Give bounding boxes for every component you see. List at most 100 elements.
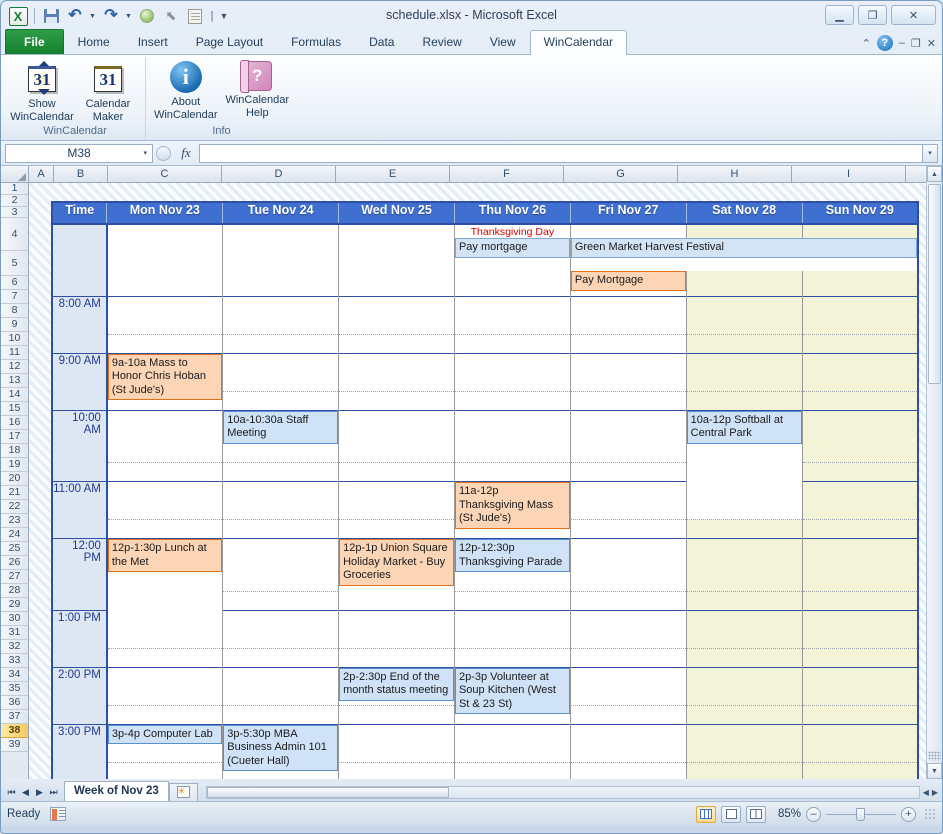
insert-worksheet-button[interactable] [169,783,198,801]
row-header-18[interactable]: 18 [1,444,28,458]
row-header-24[interactable]: 24 [1,528,28,542]
scroll-right-button[interactable]: ▶ [932,788,938,797]
empty-slot-cell[interactable] [223,686,339,705]
row-header-35[interactable]: 35 [1,682,28,696]
tab-wincalendar[interactable]: WinCalendar [530,30,627,55]
empty-slot-cell[interactable] [107,501,223,520]
vertical-scrollbar[interactable]: ▲ ▼ [926,166,942,779]
empty-slot-cell[interactable] [686,648,802,667]
tab-file[interactable]: File [5,29,64,54]
empty-slot-cell[interactable] [454,463,570,482]
empty-slot-cell[interactable] [570,743,686,762]
empty-slot-cell[interactable] [802,501,918,520]
empty-slot-cell[interactable] [686,296,802,315]
zoom-slider[interactable] [826,814,896,815]
empty-slot-cell[interactable] [802,762,918,779]
empty-slot-cell[interactable] [223,315,339,334]
empty-slot-cell[interactable] [107,410,223,444]
empty-slot-cell[interactable] [454,334,570,353]
column-header-G[interactable]: G [564,166,678,182]
allday-cell-3[interactable]: Pay mortgage [454,238,570,271]
empty-slot-cell[interactable] [802,372,918,391]
empty-slot-cell[interactable] [107,648,223,667]
empty-slot-cell[interactable] [454,315,570,334]
empty-slot-cell[interactable] [339,482,455,501]
empty-slot-cell[interactable] [686,610,802,629]
row-header-36[interactable]: 36 [1,696,28,710]
empty-slot-cell[interactable] [686,539,802,573]
scroll-left-button[interactable]: ◀ [920,788,932,797]
page-layout-view-button[interactable] [721,806,741,823]
split-handle[interactable] [928,751,941,761]
empty-slot-cell[interactable] [686,724,802,743]
normal-view-button[interactable] [696,806,716,823]
column-header-A[interactable]: A [29,166,54,182]
empty-slot-cell[interactable] [802,444,918,463]
empty-slot-cell[interactable] [570,482,686,501]
empty-slot-cell[interactable] [107,705,223,724]
row-header-11[interactable]: 11 [1,346,28,360]
empty-slot-cell[interactable] [107,315,223,334]
column-header-C[interactable]: C [108,166,222,182]
empty-slot-cell[interactable] [570,444,686,463]
row-header-26[interactable]: 26 [1,556,28,570]
close-button[interactable]: ✕ [891,5,936,25]
calendar-event[interactable]: 12p-1p Union Square Holiday Market - Buy… [339,539,454,586]
empty-slot-cell[interactable] [570,410,686,444]
empty-slot-cell[interactable] [339,334,455,353]
excel-logo-icon[interactable]: X [7,5,29,27]
allday-cell-4[interactable]: Pay Mortgage [570,271,686,296]
vertical-scroll-thumb[interactable] [928,184,941,384]
empty-slot-cell[interactable] [802,743,918,762]
empty-slot-cell[interactable] [686,629,802,648]
row-header-22[interactable]: 22 [1,500,28,514]
zoom-slider-thumb[interactable] [856,808,865,821]
undo-dropdown-icon[interactable]: ▼ [88,5,98,27]
empty-slot-cell[interactable] [686,520,802,539]
tab-insert[interactable]: Insert [124,30,182,54]
row-header-16[interactable]: 16 [1,416,28,430]
row-header-8[interactable]: 8 [1,304,28,318]
empty-slot-cell[interactable] [339,372,455,391]
first-sheet-button[interactable]: ⏮ [5,787,18,798]
event-cell[interactable]: 10a-10:30a Staff Meeting [223,410,339,444]
workbook-close-icon[interactable]: ✕ [927,37,936,50]
row-header-15[interactable]: 15 [1,402,28,416]
empty-slot-cell[interactable] [570,629,686,648]
empty-slot-cell[interactable] [223,539,339,573]
row-header-13[interactable]: 13 [1,374,28,388]
event-cell[interactable]: 12p-1:30p Lunch at the Met [107,539,223,649]
empty-slot-cell[interactable] [223,372,339,391]
column-header-F[interactable]: F [450,166,564,182]
row-header-20[interactable]: 20 [1,472,28,486]
column-header-B[interactable]: B [54,166,108,182]
calendar-maker-button[interactable]: 31 Calendar Maker [75,57,141,125]
row-header-9[interactable]: 9 [1,318,28,332]
empty-slot-cell[interactable] [339,705,455,724]
refresh-icon[interactable] [136,5,158,27]
empty-slot-cell[interactable] [570,648,686,667]
empty-slot-cell[interactable] [802,539,918,573]
empty-slot-cell[interactable] [339,743,455,762]
empty-slot-cell[interactable] [570,372,686,391]
empty-slot-cell[interactable] [570,463,686,482]
empty-slot-cell[interactable] [802,667,918,686]
empty-slot-cell[interactable] [802,353,918,372]
save-icon[interactable] [40,5,62,27]
empty-slot-cell[interactable] [107,762,223,779]
next-sheet-button[interactable]: ▶ [33,787,46,798]
calendar-event[interactable]: 3p-4p Computer Lab [108,725,222,745]
empty-slot-cell[interactable] [454,372,570,391]
row-header-25[interactable]: 25 [1,542,28,556]
empty-slot-cell[interactable] [107,296,223,315]
empty-slot-cell[interactable] [454,724,570,743]
empty-slot-cell[interactable] [570,686,686,705]
holiday-cell-3[interactable]: Thanksgiving Day [454,224,570,238]
empty-slot-cell[interactable] [802,724,918,743]
empty-slot-cell[interactable] [454,610,570,629]
row-header-14[interactable]: 14 [1,388,28,402]
empty-slot-cell[interactable] [223,501,339,520]
empty-slot-cell[interactable] [107,667,223,686]
calendar-event[interactable]: 2p-3p Volunteer at Soup Kitchen (West St… [455,668,570,715]
empty-slot-cell[interactable] [570,667,686,686]
